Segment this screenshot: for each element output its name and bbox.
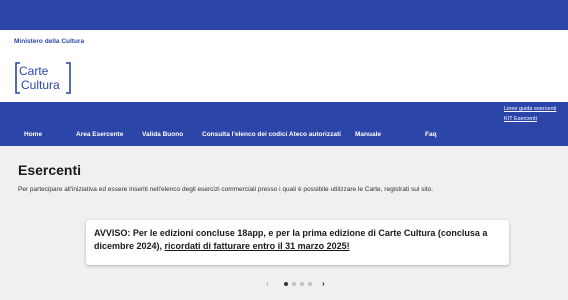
page-title: Esercenti [18,162,82,178]
top-bar [0,0,568,30]
carousel-dot-3[interactable] [300,282,304,286]
nav-area-esercente[interactable]: Area Esercente [76,131,123,138]
nav-home[interactable]: Home [24,131,42,138]
nav-manuale[interactable]: Manuale [355,131,381,138]
intro-text: Per partecipare all'iniziativa ed essere… [18,186,434,193]
logo-word-2: Cultura [21,78,60,92]
notice-text: AVVISO: Per le edizioni concluse 18app, … [94,227,501,253]
carousel-prev-icon[interactable]: ‹ [266,279,269,288]
link-kit-esercenti[interactable]: KIT Esercenti [504,116,556,122]
carousel-next-icon[interactable]: › [322,279,325,288]
carousel-dot-4[interactable] [308,282,312,286]
ministry-label[interactable]: Ministero della Cultura [14,38,84,45]
nav-valida-buono[interactable]: Valida Buono [142,131,183,138]
carousel-dots [284,282,312,286]
header-band [0,30,568,102]
carousel-dot-2[interactable] [292,282,296,286]
nav-faq[interactable]: Faq [425,131,437,138]
carousel-dot-1[interactable] [284,282,288,286]
utility-links: Linee guida esercenti KIT Esercenti [504,106,556,122]
notice-card: AVVISO: Per le edizioni concluse 18app, … [86,220,509,265]
notice-link[interactable]: ricordati di fatturare entro il 31 marzo… [165,241,350,251]
logo-word-1: Carte [19,64,49,78]
nav-codici-ateco[interactable]: Consulta l'elenco dei codici Ateco autor… [202,131,341,138]
main-nav: Home Area Esercente Valida Buono Consult… [0,131,568,143]
carte-cultura-logo[interactable]: Carte Cultura [14,61,72,95]
link-linee-guida[interactable]: Linee guida esercenti [504,106,556,112]
